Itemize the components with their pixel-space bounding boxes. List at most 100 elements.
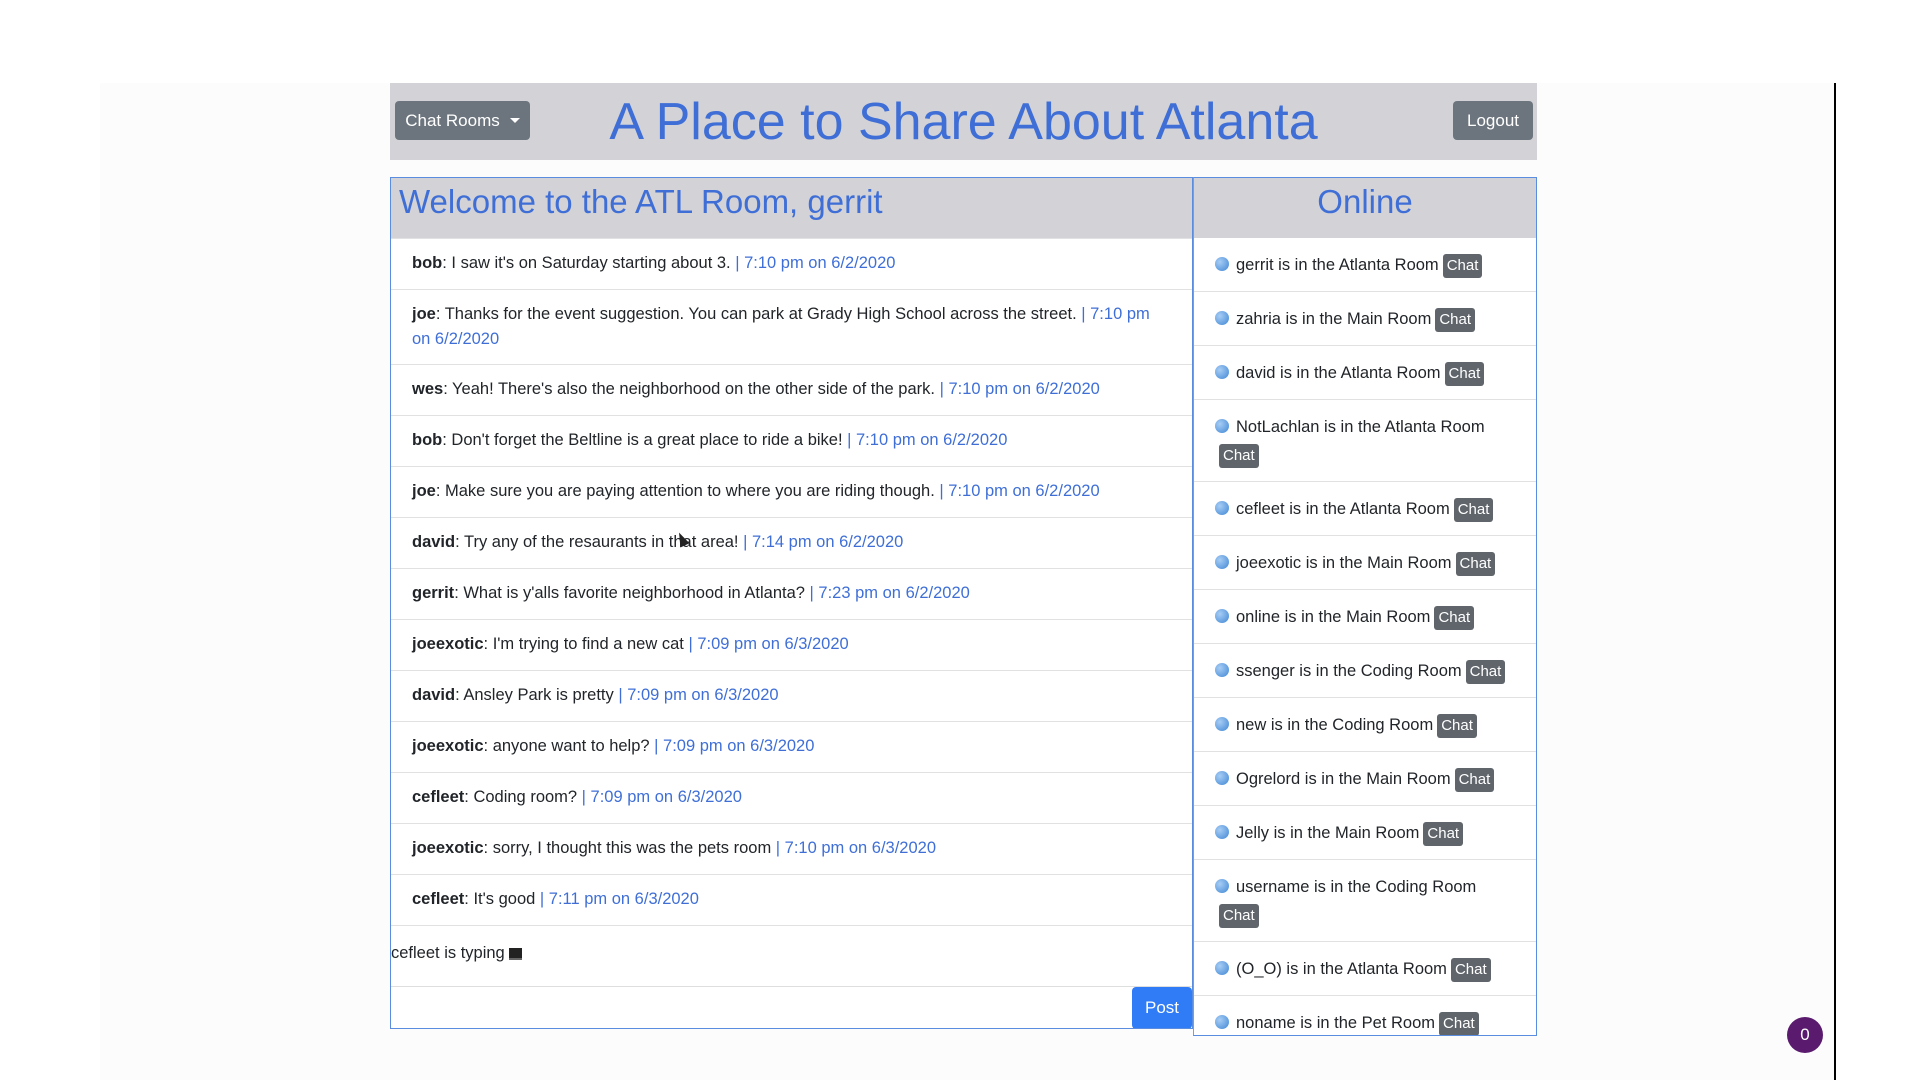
online-user-label: NotLachlan is in the Atlanta Room (1236, 418, 1485, 436)
message-timestamp: | 7:14 pm on 6/2/2020 (738, 533, 904, 551)
message-timestamp: | 7:09 pm on 6/3/2020 (577, 788, 742, 806)
message-username: joe (412, 305, 436, 323)
message-username: gerrit (412, 584, 455, 602)
online-user-label: gerrit is in the Atlanta Room (1236, 256, 1439, 274)
chat-message: joe: Thanks for the event suggestion. Yo… (391, 290, 1192, 365)
site-title: A Place to Share About Atlanta (609, 93, 1318, 151)
typing-indicator: cefleet is typing (391, 941, 1192, 986)
globe-icon (1215, 1015, 1229, 1029)
message-text: : What is y'alls favorite neighborhood i… (454, 584, 805, 602)
message-text: : It's good (464, 890, 536, 908)
message-username: cefleet (412, 788, 465, 806)
notification-badge[interactable]: 0 (1787, 1017, 1823, 1053)
globe-icon (1215, 879, 1229, 893)
message-username: david (412, 533, 456, 551)
chat-message: joeexotic: I'm trying to find a new cat … (391, 620, 1192, 671)
online-user-item: NotLachlan is in the Atlanta Room Chat (1194, 400, 1536, 482)
globe-icon (1215, 419, 1229, 433)
chat-with-user-button[interactable]: Chat (1437, 713, 1477, 738)
room-title: Welcome to the ATL Room, gerrit (399, 183, 883, 220)
chat-panel: david: I love Piedmont Park. What time i… (390, 177, 1193, 1029)
online-user-item: zahria is in the Main Room Chat (1194, 292, 1536, 346)
chat-message: joe: Make sure you are paying attention … (391, 467, 1192, 518)
chat-with-user-button[interactable]: Chat (1444, 361, 1485, 386)
online-title: Online (1317, 183, 1413, 220)
message-timestamp: | 7:09 pm on 6/3/2020 (683, 635, 849, 653)
online-user-label: online is in the Main Room (1236, 608, 1431, 626)
online-title-bar: Online (1194, 178, 1536, 238)
site-header: Chat Rooms A Place to Share About Atlant… (390, 83, 1537, 160)
chat-with-user-button[interactable]: Chat (1465, 659, 1506, 684)
online-user-item: Ogrelord is in the Main Room Chat (1194, 752, 1536, 806)
message-timestamp: | 7:11 pm on 6/3/2020 (535, 890, 699, 908)
chat-with-user-button[interactable]: Chat (1219, 443, 1259, 468)
message-text: : Yeah! There's also the neighborhood on… (443, 380, 935, 398)
online-user-label: ssenger is in the Coding Room (1236, 662, 1462, 680)
message-text: : sorry, I thought this was the pets roo… (483, 839, 772, 857)
chat-message: wes: Yeah! There's also the neighborhood… (391, 365, 1192, 416)
online-user-list: gerrit is in the Atlanta Room Chat zahria … (1194, 238, 1536, 1035)
message-timestamp: | 7:09 pm on 6/3/2020 (613, 686, 779, 704)
message-timestamp: | 7:10 pm on 6/2/2020 (934, 482, 1100, 500)
online-user-label: (O_O) is in the Atlanta Room (1236, 960, 1447, 978)
chat-message: joeexotic: sorry, I thought this was the… (391, 824, 1192, 875)
online-user-item: new is in the Coding Room Chat (1194, 698, 1536, 752)
globe-icon (1215, 961, 1229, 975)
online-user-item: online is in the Main Room Chat (1194, 590, 1536, 644)
globe-icon (1215, 257, 1229, 271)
chat-with-user-button[interactable]: Chat (1455, 551, 1496, 576)
message-text: : Coding room? (464, 788, 578, 806)
chat-message: bob: I saw it's on Saturday starting abo… (391, 239, 1192, 290)
chat-with-user-button[interactable]: Chat (1450, 957, 1491, 982)
chat-with-user-button[interactable]: Chat (1454, 767, 1495, 792)
chat-with-user-button[interactable]: Chat (1442, 253, 1483, 278)
chat-with-user-button[interactable]: Chat (1423, 821, 1464, 846)
chat-message: joeexotic: anyone want to help? | 7:09 p… (391, 722, 1192, 773)
message-username: joe (412, 482, 436, 500)
online-user-item: joeexotic is in the Main Room Chat (1194, 536, 1536, 590)
chat-message: bob: Don't forget the Beltline is a grea… (391, 416, 1192, 467)
globe-icon (1215, 609, 1229, 623)
message-list[interactable]: david: I love Piedmont Park. What time i… (391, 188, 1192, 1028)
online-user-label: joeexotic is in the Main Room (1236, 554, 1452, 572)
typing-text: cefleet is typing (391, 944, 505, 962)
online-user-label: new is in the Coding Room (1236, 716, 1434, 734)
message-text: : Ansley Park is pretty (455, 686, 614, 704)
globe-icon (1215, 663, 1229, 677)
online-user-label: cefleet is in the Atlanta Room (1236, 500, 1450, 518)
online-user-item: gerrit is in the Atlanta Room Chat (1194, 238, 1536, 292)
chat-with-user-button[interactable]: Chat (1439, 1011, 1479, 1035)
chat-with-user-button[interactable]: Chat (1434, 605, 1475, 630)
post-button[interactable]: Post (1132, 987, 1192, 1028)
message-username: joeexotic (412, 737, 484, 755)
chat-message: david: Ansley Park is pretty | 7:09 pm o… (391, 671, 1192, 722)
message-text: : Don't forget the Beltline is a great p… (442, 431, 843, 449)
globe-icon (1215, 825, 1229, 839)
message-text: : anyone want to help? (483, 737, 650, 755)
laptop-icon (508, 947, 522, 960)
message-timestamp: | 7:10 pm on 6/2/2020 (730, 254, 896, 272)
online-user-label: zahria is in the Main Room (1236, 310, 1432, 328)
chat-with-user-button[interactable]: Chat (1453, 497, 1494, 522)
chat-message: cefleet: Coding room? | 7:09 pm on 6/3/2… (391, 773, 1192, 824)
chat-with-user-button[interactable]: Chat (1435, 307, 1476, 332)
globe-icon (1215, 771, 1229, 785)
window-edge (1834, 83, 1836, 1080)
online-user-label: username is in the Coding Room (1236, 878, 1477, 896)
message-timestamp: | 7:10 pm on 6/2/2020 (842, 431, 1008, 449)
globe-icon (1215, 717, 1229, 731)
globe-icon (1215, 311, 1229, 325)
message-input[interactable] (391, 987, 1133, 1028)
message-text: : I saw it's on Saturday starting about … (442, 254, 731, 272)
chat-message: cefleet: It's good | 7:11 pm on 6/3/2020 (391, 875, 1192, 926)
chat-message: david: Try any of the resaurants in that… (391, 518, 1192, 569)
message-timestamp: | 7:10 pm on 6/3/2020 (771, 839, 937, 857)
message-username: david (412, 686, 456, 704)
message-username: joeexotic (412, 839, 484, 857)
online-user-label: david is in the Atlanta Room (1236, 364, 1441, 382)
logout-button[interactable]: Logout (1453, 101, 1533, 140)
online-user-item: noname is in the Pet Room Chat (1194, 996, 1536, 1035)
online-user-item: cefleet is in the Atlanta Room Chat (1194, 482, 1536, 536)
chat-with-user-button[interactable]: Chat (1219, 903, 1259, 928)
message-text: : I'm trying to find a new cat (483, 635, 684, 653)
